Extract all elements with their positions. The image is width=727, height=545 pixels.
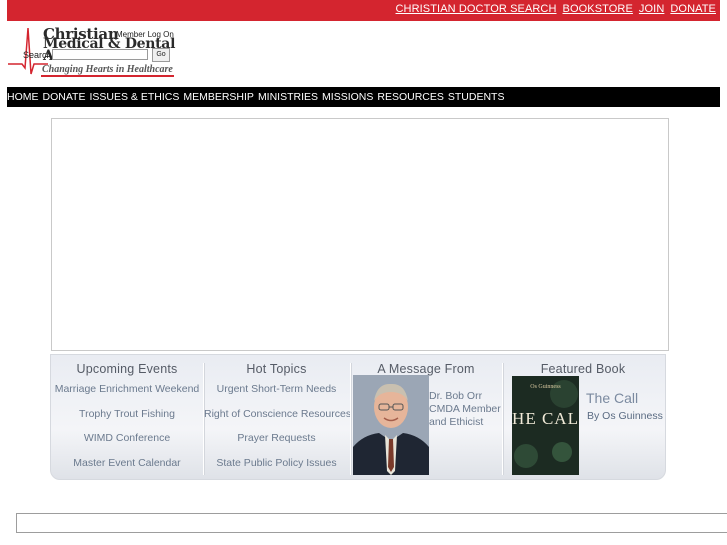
message-author-name: Dr. Bob Orr [429,390,483,402]
nav-ministries[interactable]: MINISTRIES [258,91,318,103]
feature-panel: Upcoming Events Marriage Enrichment Week… [50,354,666,480]
banner-area [51,118,669,351]
portrait-image [353,375,429,475]
upcoming-events-title: Upcoming Events [76,362,178,376]
hot-topics-title: Hot Topics [246,362,307,376]
topic-link[interactable]: Prayer Requests [204,432,349,444]
book-author: By Os Guinness [587,410,663,422]
top-bar: CHRISTIAN DOCTOR SEARCH BOOKSTORE JOIN D… [7,0,720,21]
book-cover-author: Os Guinness [530,384,561,390]
search-go-button[interactable]: Go [152,48,170,62]
nav-membership[interactable]: MEMBERSHIP [183,91,254,103]
member-log-on-link[interactable]: Member Log On [116,30,174,39]
nav-issues-ethics[interactable]: ISSUES & ETHICS [89,91,179,103]
book-cover-title: THE CALL [512,409,579,428]
main-nav: HOME DONATE ISSUES & ETHICS MEMBERSHIP M… [7,87,720,107]
nav-donate[interactable]: DONATE [43,91,86,103]
search-label: Search [23,50,52,60]
message-title: A Message From [377,362,475,376]
top-link-donate[interactable]: DONATE [670,3,716,15]
book-cover[interactable]: Os Guinness THE CALL [512,376,579,475]
book-cover-image: Os Guinness THE CALL [512,376,579,475]
search-input[interactable] [52,49,148,60]
featured-book-title: Featured Book [540,362,626,376]
topic-link[interactable]: Right of Conscience Resources [204,408,351,420]
topic-link[interactable]: State Public Policy Issues [204,457,349,469]
top-links: CHRISTIAN DOCTOR SEARCH BOOKSTORE JOIN D… [396,3,716,15]
message-author[interactable]: Dr. Bob Orr CMDA Member and Ethicist [429,390,501,429]
top-link-doctor-search[interactable]: CHRISTIAN DOCTOR SEARCH [396,3,557,15]
event-link[interactable]: Master Event Calendar [51,457,203,469]
nav-students[interactable]: STUDENTS [448,91,505,103]
logo-tagline: Changing Hearts in Healthcare [42,64,173,75]
logo-underline [41,75,174,77]
nav-missions[interactable]: MISSIONS [322,91,373,103]
nav-resources[interactable]: RESOURCES [377,91,444,103]
footer-box [16,513,727,533]
book-title-link[interactable]: The Call [586,390,638,406]
hot-topics-column: Hot Topics Urgent Short-Term Needs Right… [204,355,351,475]
top-link-bookstore[interactable]: BOOKSTORE [563,3,633,15]
bob-orr-photo[interactable] [353,375,429,475]
topic-link[interactable]: Urgent Short-Term Needs [204,383,349,395]
nav-home[interactable]: HOME [7,91,39,103]
message-author-role-2: and Ethicist [429,416,484,428]
message-author-role: CMDA Member [429,403,501,415]
event-link[interactable]: WIMD Conference [51,432,203,444]
top-link-join[interactable]: JOIN [639,3,664,15]
event-link[interactable]: Marriage Enrichment Weekend [51,383,203,395]
upcoming-events-column: Upcoming Events Marriage Enrichment Week… [51,355,203,475]
event-link[interactable]: Trophy Trout Fishing [51,408,203,420]
